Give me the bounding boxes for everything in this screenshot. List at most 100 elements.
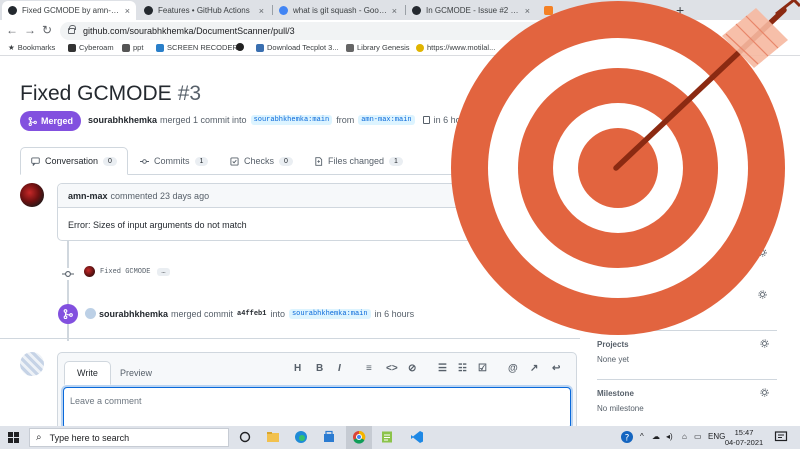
battery-icon[interactable]: ▭ bbox=[694, 432, 702, 441]
taskbar: ⌕ Type here to search ? ^ ☁ ◂) ⌂ ▭ ENG 1… bbox=[0, 426, 800, 449]
chrome-icon[interactable] bbox=[352, 430, 366, 444]
merge-icon bbox=[28, 116, 37, 126]
status-badge: Merged bbox=[20, 111, 81, 131]
sidebar-title: Milestone bbox=[597, 389, 634, 398]
bookmark-item[interactable]: Library Genesis bbox=[346, 43, 410, 52]
language-indicator[interactable]: ENG bbox=[708, 432, 725, 441]
tab-count: 1 bbox=[194, 156, 209, 166]
file-diff-icon bbox=[315, 156, 323, 166]
task-list-icon[interactable]: ☑ bbox=[478, 363, 487, 374]
vscode-icon[interactable] bbox=[410, 430, 424, 444]
tab-write[interactable]: Write bbox=[64, 361, 111, 385]
edge-icon[interactable] bbox=[294, 430, 308, 444]
link-icon[interactable]: ⊘ bbox=[408, 363, 416, 374]
heading-button[interactable]: H bbox=[294, 363, 301, 374]
mention-icon[interactable]: @ bbox=[508, 363, 518, 374]
comment-input[interactable]: Leave a comment bbox=[63, 387, 571, 429]
numbered-list-icon[interactable]: ☷ bbox=[458, 363, 467, 374]
tab-files-changed[interactable]: Files changed 1 bbox=[314, 147, 403, 175]
notepad-icon[interactable] bbox=[380, 430, 394, 444]
avatar[interactable] bbox=[84, 266, 95, 277]
bookmark-item[interactable]: ★ Bookmarks bbox=[8, 43, 55, 52]
author-link[interactable]: sourabhkhemka bbox=[88, 115, 157, 125]
notifications-icon[interactable] bbox=[774, 430, 788, 444]
taskbar-search[interactable]: ⌕ Type here to search bbox=[29, 428, 229, 447]
gear-icon[interactable] bbox=[760, 339, 769, 348]
chevron-up-icon[interactable]: ^ bbox=[640, 432, 644, 441]
from-text: from bbox=[336, 115, 355, 125]
gear-icon[interactable] bbox=[760, 388, 769, 397]
avatar[interactable] bbox=[20, 183, 44, 207]
bookmark-item[interactable]: Cyberoam bbox=[68, 43, 114, 52]
cyberoam-icon bbox=[68, 43, 76, 52]
network-icon[interactable]: ⌂ bbox=[682, 432, 687, 441]
tab-count: 1 bbox=[389, 156, 403, 166]
star-icon: ★ bbox=[8, 43, 15, 52]
close-icon[interactable]: × bbox=[392, 6, 397, 16]
comment-author[interactable]: amn-max bbox=[68, 191, 108, 201]
search-placeholder: Type here to search bbox=[49, 432, 130, 443]
checklist-icon bbox=[230, 156, 239, 166]
google-icon bbox=[279, 6, 288, 15]
store-icon[interactable] bbox=[322, 430, 336, 444]
base-branch[interactable]: sourabhkhemka:main bbox=[250, 115, 333, 125]
bookmark-item[interactable]: Download Tecplot 3... bbox=[256, 43, 339, 52]
bookmark-item[interactable]: SCREEN RECODER bbox=[156, 43, 238, 52]
help-icon[interactable]: ? bbox=[620, 430, 634, 444]
browser-tab[interactable]: Features • GitHub Actions × bbox=[138, 1, 270, 20]
bookmark-item[interactable]: ppt bbox=[122, 43, 143, 52]
merge-branch[interactable]: sourabhkhemka:main bbox=[288, 308, 371, 319]
github-icon bbox=[412, 6, 421, 15]
reply-icon[interactable]: ↩ bbox=[552, 363, 560, 374]
clock[interactable]: 15:47 04-07-2021 bbox=[724, 428, 764, 448]
merge-author[interactable]: sourabhkhemka bbox=[99, 309, 168, 319]
italic-button[interactable]: I bbox=[338, 363, 341, 374]
target-overlay bbox=[451, 0, 800, 335]
recorder-icon bbox=[156, 43, 164, 52]
avatar[interactable] bbox=[85, 308, 96, 319]
clock-time: 15:47 bbox=[734, 428, 754, 437]
quote-icon[interactable]: ≡ bbox=[366, 363, 372, 374]
back-icon[interactable]: ← bbox=[6, 23, 18, 37]
commit-message[interactable]: Fixed GCMODE bbox=[100, 268, 150, 276]
merge-event: sourabhkhemka merged commit a4ffeb1 into… bbox=[85, 308, 414, 319]
browser-tab[interactable]: what is git squash - Google Se × bbox=[273, 1, 403, 20]
task-view-icon[interactable] bbox=[238, 430, 252, 444]
tab-conversation[interactable]: Conversation 0 bbox=[20, 147, 128, 175]
clock-date: 04-07-2021 bbox=[724, 438, 764, 447]
comment-time: commented 23 days ago bbox=[110, 190, 210, 201]
head-branch[interactable]: amn-max:main bbox=[358, 115, 415, 125]
status-label: Merged bbox=[41, 116, 74, 126]
copy-icon[interactable] bbox=[422, 116, 430, 124]
bookmark-item[interactable] bbox=[236, 43, 247, 51]
code-icon[interactable]: <> bbox=[386, 363, 398, 374]
commit-sha[interactable]: a4ffeb1 bbox=[237, 310, 266, 318]
cloud-icon[interactable]: ☁ bbox=[652, 432, 660, 441]
reload-icon[interactable]: ↻ bbox=[42, 23, 52, 37]
library-icon bbox=[346, 43, 354, 52]
close-icon[interactable]: × bbox=[259, 6, 264, 16]
avatar[interactable] bbox=[20, 352, 44, 376]
tab-preview[interactable]: Preview bbox=[108, 361, 164, 385]
motilal-icon bbox=[416, 43, 424, 52]
sidebar-milestone: Milestone No milestone bbox=[597, 379, 777, 427]
github-icon bbox=[144, 6, 153, 15]
page-title: Fixed GCMODE #3 bbox=[20, 82, 201, 106]
tab-checks[interactable]: Checks 0 bbox=[230, 147, 293, 175]
tab-commits[interactable]: Commits 1 bbox=[140, 147, 209, 175]
file-explorer-icon[interactable] bbox=[266, 430, 280, 444]
pr-number: #3 bbox=[177, 82, 202, 105]
expand-commit-button[interactable]: … bbox=[157, 267, 170, 276]
browser-tab-active[interactable]: Fixed GCMODE by amn-max · × bbox=[2, 1, 136, 20]
forward-icon[interactable]: → bbox=[24, 23, 36, 37]
windows-start-icon[interactable] bbox=[8, 432, 19, 443]
comment-icon bbox=[31, 156, 40, 166]
svg-text:?: ? bbox=[625, 434, 630, 444]
close-icon[interactable]: × bbox=[125, 6, 130, 16]
bulleted-list-icon[interactable]: ☰ bbox=[438, 363, 447, 374]
reference-icon[interactable]: ↗ bbox=[530, 363, 538, 374]
sidebar-title: Projects bbox=[597, 340, 629, 349]
bold-button[interactable]: B bbox=[316, 363, 323, 374]
volume-icon[interactable]: ◂) bbox=[666, 432, 673, 441]
merge-icon bbox=[63, 309, 73, 319]
